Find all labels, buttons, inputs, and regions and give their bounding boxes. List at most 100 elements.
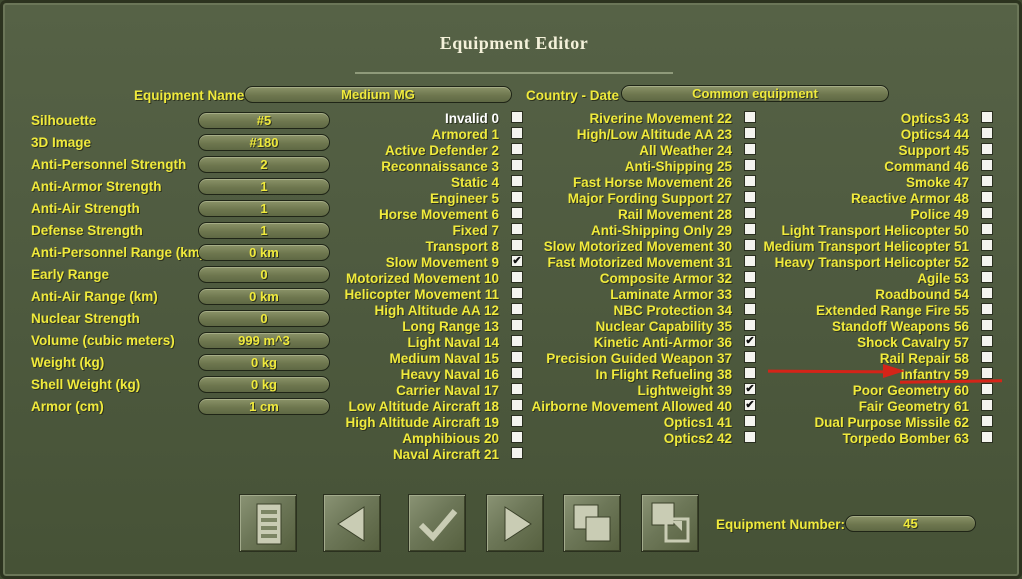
- flag-checkbox[interactable]: [511, 271, 523, 283]
- equipment-name-field[interactable]: Medium MG: [244, 86, 512, 103]
- flag-label: Lightweight 39: [637, 383, 733, 398]
- confirm-button[interactable]: [408, 494, 466, 552]
- flag-checkbox[interactable]: [981, 303, 993, 315]
- flag-checkbox[interactable]: ✔: [744, 383, 756, 395]
- field-label: Silhouette: [31, 113, 97, 128]
- field-value[interactable]: #180: [198, 134, 330, 151]
- field-value[interactable]: 0: [198, 310, 330, 327]
- field-value[interactable]: 2: [198, 156, 330, 173]
- flag-checkbox[interactable]: [981, 271, 993, 283]
- flag-checkbox[interactable]: [511, 447, 523, 459]
- flag-label: Long Range 13: [402, 319, 499, 334]
- flag-checkbox[interactable]: [744, 351, 756, 363]
- field-value[interactable]: 999 m^3: [198, 332, 330, 349]
- flag-checkbox[interactable]: [981, 383, 993, 395]
- field-value[interactable]: 0 km: [198, 288, 330, 305]
- flag-checkbox[interactable]: [744, 431, 756, 443]
- flag-checkbox[interactable]: [511, 351, 523, 363]
- flag-checkbox[interactable]: [744, 223, 756, 235]
- flag-checkbox[interactable]: [511, 175, 523, 187]
- flag-checkbox[interactable]: ✔: [744, 399, 756, 411]
- flag-checkbox[interactable]: [981, 207, 993, 219]
- field-value[interactable]: 0 kg: [198, 354, 330, 371]
- field-value[interactable]: 0 kg: [198, 376, 330, 393]
- flag-label: Roadbound 54: [875, 287, 969, 302]
- flag-checkbox[interactable]: [744, 367, 756, 379]
- flag-checkbox[interactable]: [981, 351, 993, 363]
- flag-checkbox[interactable]: [511, 303, 523, 315]
- flag-checkbox[interactable]: [981, 367, 993, 379]
- flag-checkbox[interactable]: [744, 191, 756, 203]
- flag-checkbox[interactable]: [981, 159, 993, 171]
- paste-button[interactable]: [641, 494, 699, 552]
- flag-checkbox[interactable]: [981, 223, 993, 235]
- flag-checkbox[interactable]: [981, 399, 993, 411]
- field-value[interactable]: 1: [198, 200, 330, 217]
- flag-checkbox[interactable]: [511, 111, 523, 123]
- flag-checkbox[interactable]: ✔: [744, 335, 756, 347]
- flag-checkbox[interactable]: [981, 319, 993, 331]
- field-value[interactable]: 0: [198, 266, 330, 283]
- title-divider: [355, 72, 673, 74]
- flag-checkbox[interactable]: [511, 415, 523, 427]
- field-value[interactable]: 0 km: [198, 244, 330, 261]
- flag-label: Nuclear Capability 35: [595, 319, 732, 334]
- flag-checkbox[interactable]: [511, 399, 523, 411]
- flag-checkbox[interactable]: [511, 223, 523, 235]
- flag-checkbox[interactable]: [511, 383, 523, 395]
- flag-checkbox[interactable]: [744, 303, 756, 315]
- flag-label: High Altitude AA 12: [374, 303, 500, 318]
- list-button[interactable]: [239, 494, 297, 552]
- equipment-number-field[interactable]: 45: [845, 515, 976, 532]
- flag-checkbox[interactable]: [744, 287, 756, 299]
- flag-label: Motorized Movement 10: [345, 271, 499, 286]
- flag-checkbox[interactable]: [981, 191, 993, 203]
- copy-button[interactable]: [563, 494, 621, 552]
- flag-checkbox[interactable]: [511, 143, 523, 155]
- flag-checkbox[interactable]: [511, 159, 523, 171]
- equipment-name-label: Equipment Name: [134, 88, 245, 103]
- country-date-field[interactable]: Common equipment: [621, 85, 889, 102]
- flag-checkbox[interactable]: [511, 239, 523, 251]
- flag-checkbox[interactable]: [981, 431, 993, 443]
- flag-checkbox[interactable]: [981, 127, 993, 139]
- flag-checkbox[interactable]: [511, 127, 523, 139]
- field-value[interactable]: 1 cm: [198, 398, 330, 415]
- flag-checkbox[interactable]: [981, 239, 993, 251]
- flag-checkbox[interactable]: [981, 255, 993, 267]
- previous-button[interactable]: [323, 494, 381, 552]
- flag-checkbox[interactable]: [744, 255, 756, 267]
- flag-checkbox[interactable]: [981, 335, 993, 347]
- flag-checkbox[interactable]: [744, 207, 756, 219]
- flag-label: Light Transport Helicopter 50: [781, 223, 969, 238]
- flag-checkbox[interactable]: [981, 287, 993, 299]
- flag-checkbox[interactable]: [744, 143, 756, 155]
- flag-checkbox[interactable]: [744, 111, 756, 123]
- flag-checkbox[interactable]: [981, 111, 993, 123]
- field-value[interactable]: #5: [198, 112, 330, 129]
- flag-checkbox[interactable]: [511, 207, 523, 219]
- flag-checkbox[interactable]: [981, 175, 993, 187]
- flag-label: All Weather 24: [639, 143, 732, 158]
- flag-checkbox[interactable]: [744, 319, 756, 331]
- flag-checkbox[interactable]: [744, 127, 756, 139]
- flag-label: Kinetic Anti-Armor 36: [593, 335, 732, 350]
- flag-checkbox[interactable]: ✔: [511, 255, 523, 267]
- flag-checkbox[interactable]: [744, 271, 756, 283]
- flag-checkbox[interactable]: [511, 287, 523, 299]
- flag-checkbox[interactable]: [981, 415, 993, 427]
- flag-label: Smoke 47: [905, 175, 969, 190]
- flag-checkbox[interactable]: [981, 143, 993, 155]
- flag-checkbox[interactable]: [511, 191, 523, 203]
- field-value[interactable]: 1: [198, 178, 330, 195]
- flag-checkbox[interactable]: [744, 239, 756, 251]
- next-button[interactable]: [486, 494, 544, 552]
- field-value[interactable]: 1: [198, 222, 330, 239]
- flag-checkbox[interactable]: [511, 431, 523, 443]
- flag-checkbox[interactable]: [511, 319, 523, 331]
- flag-checkbox[interactable]: [744, 159, 756, 171]
- flag-checkbox[interactable]: [744, 415, 756, 427]
- flag-checkbox[interactable]: [511, 367, 523, 379]
- flag-checkbox[interactable]: [744, 175, 756, 187]
- flag-checkbox[interactable]: [511, 335, 523, 347]
